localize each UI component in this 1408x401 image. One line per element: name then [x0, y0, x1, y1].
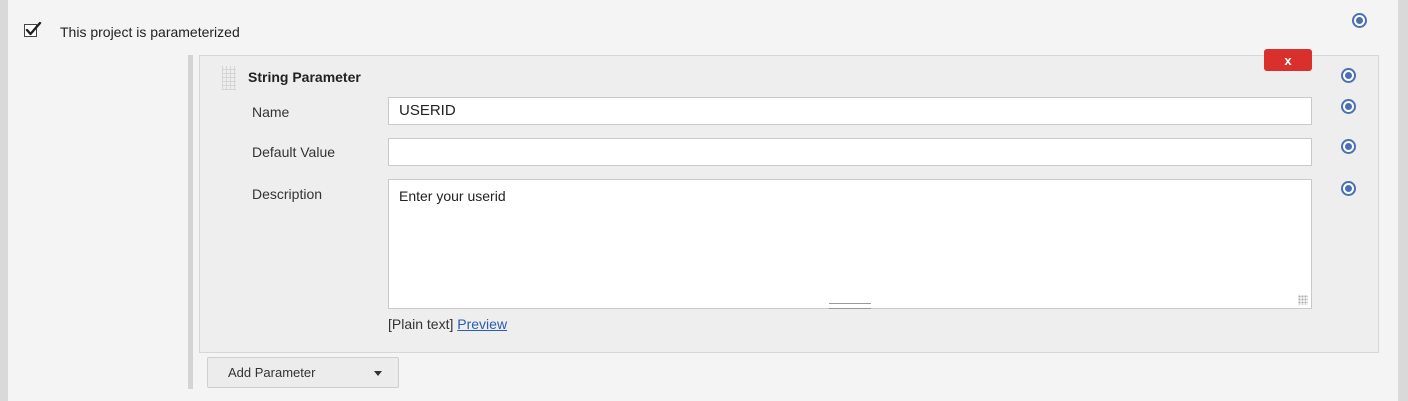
parameter-type-title: String Parameter: [248, 69, 361, 85]
parameter-list: String Parameter x Name USERID Default V…: [188, 49, 1380, 395]
description-label: Description: [252, 186, 323, 202]
default-value-label: Default Value: [252, 144, 336, 160]
name-label: Name: [252, 104, 290, 120]
string-parameter-block: String Parameter x Name USERID Default V…: [199, 49, 1379, 353]
frame-border-left: [0, 0, 8, 401]
name-input[interactable]: USERID: [388, 97, 1312, 125]
parameterized-label: This project is parameterized: [60, 24, 240, 40]
delete-parameter-button[interactable]: x: [1264, 49, 1312, 71]
parameterized-checkbox[interactable]: [24, 21, 42, 38]
help-icon[interactable]: [1340, 138, 1357, 155]
description-text: Enter your userid: [399, 188, 506, 204]
frame-border-right: [1398, 0, 1408, 401]
markup-format-row: [Plain text] Preview: [388, 316, 507, 332]
page: This project is parameterized String Par…: [0, 0, 1408, 401]
preview-link[interactable]: Preview: [457, 316, 507, 332]
description-textarea[interactable]: Enter your userid: [388, 179, 1312, 309]
help-icon[interactable]: [1351, 12, 1368, 29]
add-parameter-button[interactable]: Add Parameter: [207, 357, 399, 388]
parameter-list-bar: [188, 55, 193, 389]
help-icon[interactable]: [1340, 180, 1357, 197]
add-parameter-label: Add Parameter: [228, 365, 316, 380]
help-icon[interactable]: [1340, 67, 1357, 84]
options-section: This project is parameterized String Par…: [8, 0, 1398, 401]
markup-format-label: [Plain text]: [388, 316, 454, 332]
parameterized-option-row: This project is parameterized: [8, 0, 1398, 44]
default-value-input[interactable]: [388, 138, 1312, 166]
drag-handle-icon[interactable]: [222, 66, 236, 90]
help-icon[interactable]: [1340, 98, 1357, 115]
chevron-down-icon: [374, 371, 382, 376]
checkmark-icon: [24, 21, 42, 37]
resize-handle-icon[interactable]: [1298, 295, 1308, 305]
textarea-grow-handle[interactable]: [829, 303, 871, 309]
